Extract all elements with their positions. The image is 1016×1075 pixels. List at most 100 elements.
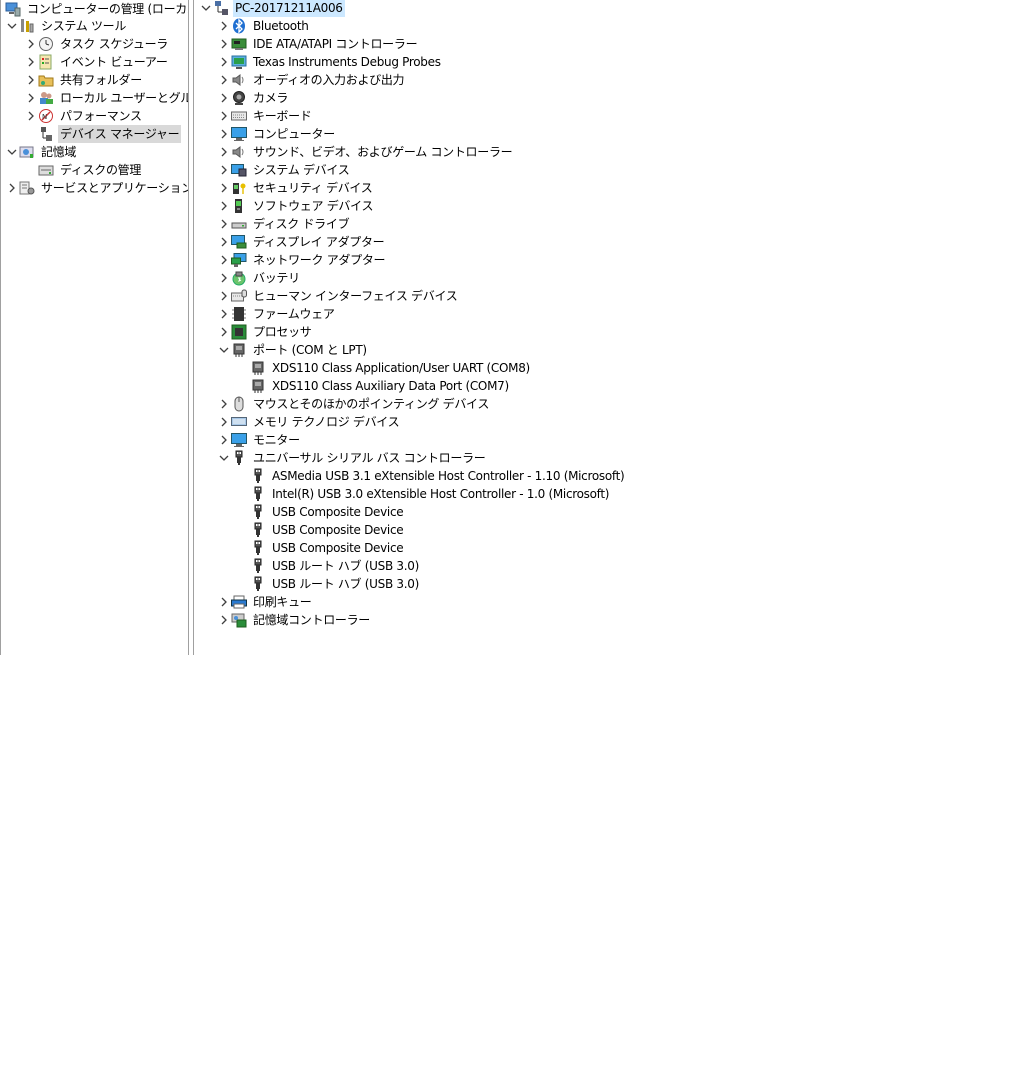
device-item-27[interactable]: Intel(R) USB 3.0 eXtensible Host Control… <box>236 485 611 503</box>
tree-item-label: システム デバイス <box>253 163 350 177</box>
expand-chevron-icon[interactable] <box>24 107 38 125</box>
nav-tree-item-11[interactable]: サービスとアプリケーション <box>5 179 188 197</box>
tree-item-label: ディスクの管理 <box>60 163 142 177</box>
expand-chevron-icon[interactable] <box>217 269 231 287</box>
expand-chevron-icon[interactable] <box>217 53 231 71</box>
tree-item-label: ASMedia USB 3.1 eXtensible Host Controll… <box>272 469 625 483</box>
device-category-4[interactable]: オーディオの入力および出力 <box>217 71 406 89</box>
expand-chevron-icon[interactable] <box>217 89 231 107</box>
device-item-20[interactable]: XDS110 Class Application/User UART (COM8… <box>236 359 532 377</box>
expand-chevron-icon[interactable] <box>217 323 231 341</box>
expand-chevron-icon[interactable] <box>217 179 231 197</box>
hid-icon <box>231 288 247 304</box>
collapse-chevron-icon[interactable] <box>5 17 19 35</box>
device-category-11[interactable]: ソフトウェア デバイス <box>217 197 375 215</box>
expand-chevron-icon[interactable] <box>217 287 231 305</box>
device-item-28[interactable]: USB Composite Device <box>236 503 405 521</box>
device-category-34[interactable]: 記憶域コントローラー <box>217 611 372 629</box>
device-item-32[interactable]: USB ルート ハブ (USB 3.0) <box>236 575 421 593</box>
security-device-icon <box>231 180 247 196</box>
expand-chevron-icon[interactable] <box>217 125 231 143</box>
expand-chevron-icon[interactable] <box>24 71 38 89</box>
expand-chevron-icon[interactable] <box>217 71 231 89</box>
device-category-6[interactable]: キーボード <box>217 107 314 125</box>
device-item-31[interactable]: USB ルート ハブ (USB 3.0) <box>236 557 421 575</box>
device-category-5[interactable]: カメラ <box>217 89 290 107</box>
tree-item-label: マウスとそのほかのポインティング デバイス <box>253 397 490 411</box>
tree-item-label: カメラ <box>253 91 289 105</box>
usb-icon <box>250 468 266 484</box>
expand-chevron-icon[interactable] <box>24 35 38 53</box>
device-category-33[interactable]: 印刷キュー <box>217 593 314 611</box>
disk-drive-icon <box>231 216 247 232</box>
collapse-chevron-icon[interactable] <box>199 0 213 17</box>
speaker-icon <box>231 72 247 88</box>
device-category-25[interactable]: ユニバーサル シリアル バス コントローラー <box>217 449 488 467</box>
device-category-24[interactable]: モニター <box>217 431 302 449</box>
nav-tree-item-2[interactable]: システム ツール <box>5 17 128 35</box>
collapse-chevron-icon[interactable] <box>217 449 231 467</box>
expand-chevron-icon[interactable] <box>24 89 38 107</box>
device-category-2[interactable]: IDE ATA/ATAPI コントローラー <box>217 35 419 53</box>
clock-icon <box>38 36 54 52</box>
device-tree-root[interactable]: PC-20171211A006 <box>199 0 345 17</box>
nav-tree-item-3[interactable]: タスク スケジューラ <box>24 35 170 53</box>
device-category-14[interactable]: ネットワーク アダプター <box>217 251 387 269</box>
device-category-19[interactable]: ポート (COM と LPT) <box>217 341 369 359</box>
usb-icon <box>250 576 266 592</box>
port-icon <box>231 342 247 358</box>
device-category-7[interactable]: コンピューター <box>217 125 337 143</box>
nav-tree-item-4[interactable]: イベント ビューアー <box>24 53 170 71</box>
expand-chevron-icon[interactable] <box>217 17 231 35</box>
expand-chevron-icon[interactable] <box>217 197 231 215</box>
device-item-29[interactable]: USB Composite Device <box>236 521 405 539</box>
nav-tree-item-8[interactable]: デバイス マネージャー <box>24 125 182 143</box>
nav-tree-item-6[interactable]: ローカル ユーザーとグループ <box>24 89 188 107</box>
nav-tree-item-10[interactable]: ディスクの管理 <box>24 161 143 179</box>
device-category-16[interactable]: ヒューマン インターフェイス デバイス <box>217 287 460 305</box>
device-category-18[interactable]: プロセッサ <box>217 323 314 341</box>
collapse-chevron-icon[interactable] <box>5 143 19 161</box>
expand-chevron-icon[interactable] <box>24 53 38 71</box>
collapse-chevron-icon[interactable] <box>217 341 231 359</box>
device-category-12[interactable]: ディスク ドライブ <box>217 215 351 233</box>
expand-chevron-icon[interactable] <box>5 179 19 197</box>
nav-tree-item-1[interactable]: コンピューターの管理 (ローカル) <box>1 0 188 18</box>
ide-controller-icon <box>231 36 247 52</box>
tree-item-label: パフォーマンス <box>60 109 142 123</box>
nav-tree-item-5[interactable]: 共有フォルダー <box>24 71 144 89</box>
device-category-17[interactable]: ファームウェア <box>217 305 337 323</box>
device-category-23[interactable]: メモリ テクノロジ デバイス <box>217 413 401 431</box>
software-device-icon <box>231 198 247 214</box>
device-category-9[interactable]: システム デバイス <box>217 161 351 179</box>
expand-chevron-icon[interactable] <box>217 215 231 233</box>
expand-chevron-icon[interactable] <box>217 107 231 125</box>
expand-chevron-icon[interactable] <box>217 143 231 161</box>
expand-chevron-icon[interactable] <box>217 305 231 323</box>
nav-tree-item-9[interactable]: 記憶域 <box>5 143 78 161</box>
device-item-30[interactable]: USB Composite Device <box>236 539 405 557</box>
usb-icon <box>250 558 266 574</box>
expand-chevron-icon[interactable] <box>217 161 231 179</box>
device-category-8[interactable]: サウンド、ビデオ、およびゲーム コントローラー <box>217 143 514 161</box>
device-item-21[interactable]: XDS110 Class Auxiliary Data Port (COM7) <box>236 377 511 395</box>
device-item-26[interactable]: ASMedia USB 3.1 eXtensible Host Controll… <box>236 467 626 485</box>
expand-chevron-icon[interactable] <box>217 233 231 251</box>
tree-item-label: サウンド、ビデオ、およびゲーム コントローラー <box>253 145 513 159</box>
expand-chevron-icon[interactable] <box>217 593 231 611</box>
expand-chevron-icon[interactable] <box>217 35 231 53</box>
device-category-15[interactable]: バッテリ <box>217 269 302 287</box>
device-category-1[interactable]: Bluetooth <box>217 17 311 35</box>
device-category-10[interactable]: セキュリティ デバイス <box>217 179 374 197</box>
port-icon <box>250 360 266 376</box>
expand-chevron-icon[interactable] <box>217 611 231 629</box>
device-category-13[interactable]: ディスプレイ アダプター <box>217 233 386 251</box>
expand-chevron-icon[interactable] <box>217 431 231 449</box>
expand-chevron-icon[interactable] <box>217 413 231 431</box>
expand-chevron-icon[interactable] <box>217 395 231 413</box>
expand-chevron-icon[interactable] <box>217 251 231 269</box>
device-category-3[interactable]: Texas Instruments Debug Probes <box>217 53 443 71</box>
nav-tree-item-7[interactable]: N パフォーマンス <box>24 107 144 125</box>
device-category-22[interactable]: マウスとそのほかのポインティング デバイス <box>217 395 491 413</box>
